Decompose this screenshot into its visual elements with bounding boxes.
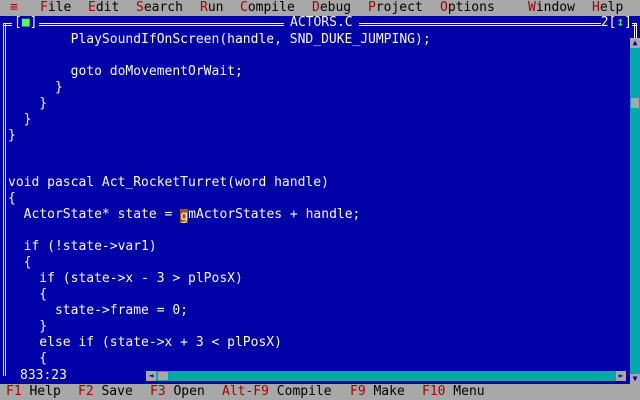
zoom-bracket-right: ] [624, 15, 632, 30]
menu-compile-label: ompile [247, 0, 295, 15]
code-line: else if (state->x + 3 < plPosX) [8, 334, 282, 350]
fkey-open-label: Open [165, 384, 205, 399]
menu-search-hotkey: S [136, 0, 144, 15]
menu-file-hotkey: F [40, 0, 48, 15]
code-line: { [8, 255, 32, 271]
fkey-save-key: F2 [78, 384, 94, 399]
vertical-scrollbar[interactable]: ▲ ▼ [630, 38, 640, 384]
code-editor[interactable]: PlaySoundIfOnScreen(handle, SND_DUKE_JUM… [8, 32, 620, 368]
scroll-up-icon[interactable]: ▲ [630, 38, 640, 48]
scroll-left-icon[interactable]: ◄ [146, 371, 156, 381]
fkey-compile-key: Alt-F9 [222, 384, 269, 399]
fkey-open-key: F3 [150, 384, 166, 399]
close-bracket-left: [ [14, 15, 22, 30]
code-line: if (!state->var1) [8, 239, 157, 255]
fkey-compile[interactable]: Alt-F9 Compile [222, 384, 332, 400]
code-line: { [8, 350, 48, 366]
code-line-current: ActorState* state = gmActorStates + hand… [8, 207, 620, 225]
menu-window[interactable]: Window [528, 0, 575, 16]
horizontal-scroll-thumb[interactable] [158, 372, 168, 380]
fkey-menu[interactable]: F10 Menu [422, 384, 485, 400]
code-line: if (state->x - 3 > plPosX) [8, 271, 243, 287]
close-window-button[interactable]: [■] [12, 15, 40, 30]
close-bracket-right: ] [29, 15, 38, 30]
window-frame-left [3, 23, 6, 376]
menu-file-label: ile [47, 0, 72, 15]
menu-project-label: roject [375, 0, 423, 15]
menu-options-hotkey: O [440, 0, 448, 15]
menu-run[interactable]: Run [200, 0, 223, 16]
menu-debug-hotkey: D [312, 0, 320, 15]
menu-window-label: indow [535, 0, 575, 15]
menu-debug[interactable]: Debug [312, 0, 351, 16]
code-line: } [8, 127, 16, 143]
editor-window[interactable]: [■] ACTORS.C 2[↕] PlaySoundIfOnScreen(ha… [0, 16, 640, 384]
menu-edit[interactable]: Edit [88, 0, 119, 16]
menu-help-hotkey: H [592, 0, 600, 15]
fkey-help-key: F1 [6, 384, 22, 399]
function-key-bar: F1 Help F2 Save F3 Open Alt-F9 Compile F… [0, 384, 640, 400]
window-status-line: 833:23 ◄ ► [0, 368, 640, 384]
code-line: state->frame = 0; [8, 302, 189, 318]
fkey-menu-label: Menu [445, 384, 485, 399]
code-line: PlaySoundIfOnScreen(handle, SND_DUKE_JUM… [8, 32, 431, 47]
code-line: { [8, 287, 48, 302]
menu-search-label: earch [143, 0, 183, 15]
cursor-position: 833:23 [14, 368, 73, 384]
menu-bar: ≡ File Edit Search Run Compile Debug Pro… [0, 0, 640, 16]
fkey-make[interactable]: F9 Make [350, 384, 405, 400]
window-number: 2 [600, 15, 609, 30]
menu-debug-label: ebug [319, 0, 352, 15]
zoom-icon: ↕ [616, 15, 625, 30]
code-line: } [8, 79, 63, 95]
menu-options[interactable]: Options [440, 0, 495, 16]
fkey-menu-key: F10 [422, 384, 446, 399]
code-line: { [8, 191, 16, 207]
window-title: ACTORS.C [284, 16, 359, 30]
scroll-right-icon[interactable]: ► [616, 371, 626, 381]
menu-compile-hotkey: C [240, 0, 248, 15]
menu-project[interactable]: Project [368, 0, 423, 16]
menu-edit-label: dit [95, 0, 120, 15]
code-line: } [8, 111, 32, 127]
fkey-help-label: Help [21, 384, 61, 399]
menu-run-hotkey: R [200, 0, 208, 15]
fkey-compile-label: Compile [268, 384, 332, 399]
vertical-scroll-thumb[interactable] [631, 98, 639, 108]
menu-window-hotkey: W [528, 0, 536, 15]
menu-help[interactable]: Help [592, 0, 623, 16]
menu-options-label: ptions [447, 0, 495, 15]
fkey-save-label: Save [93, 384, 133, 399]
code-line: void pascal Act_RocketTurret(word handle… [8, 175, 329, 191]
menu-compile[interactable]: Compile [240, 0, 295, 16]
menu-project-hotkey: P [368, 0, 376, 15]
code-line: } [8, 318, 48, 334]
fkey-open[interactable]: F3 Open [150, 384, 205, 400]
menu-file[interactable]: File [40, 0, 71, 16]
fkey-help[interactable]: F1 Help [6, 384, 61, 400]
system-menu-icon[interactable]: ≡ [10, 0, 18, 16]
code-line: } [8, 95, 48, 111]
window-controls: 2[↕] [600, 15, 632, 30]
code-text-after-cursor: mActorStates + handle; [188, 207, 361, 223]
menu-edit-hotkey: E [88, 0, 96, 15]
menu-search[interactable]: Search [136, 0, 183, 16]
menu-help-label: elp [599, 0, 624, 15]
zoom-button[interactable]: [↕] [609, 15, 632, 30]
horizontal-scrollbar[interactable]: ◄ ► [146, 371, 626, 381]
code-text-before-cursor: ActorState* state = [8, 207, 181, 223]
fkey-save[interactable]: F2 Save [78, 384, 133, 400]
close-icon: ■ [21, 15, 30, 30]
menu-run-label: un [207, 0, 224, 15]
fkey-make-label: Make [365, 384, 405, 399]
code-line: goto doMovementOrWait; [8, 63, 243, 79]
fkey-make-key: F9 [350, 384, 366, 399]
text-cursor: g [180, 209, 189, 225]
